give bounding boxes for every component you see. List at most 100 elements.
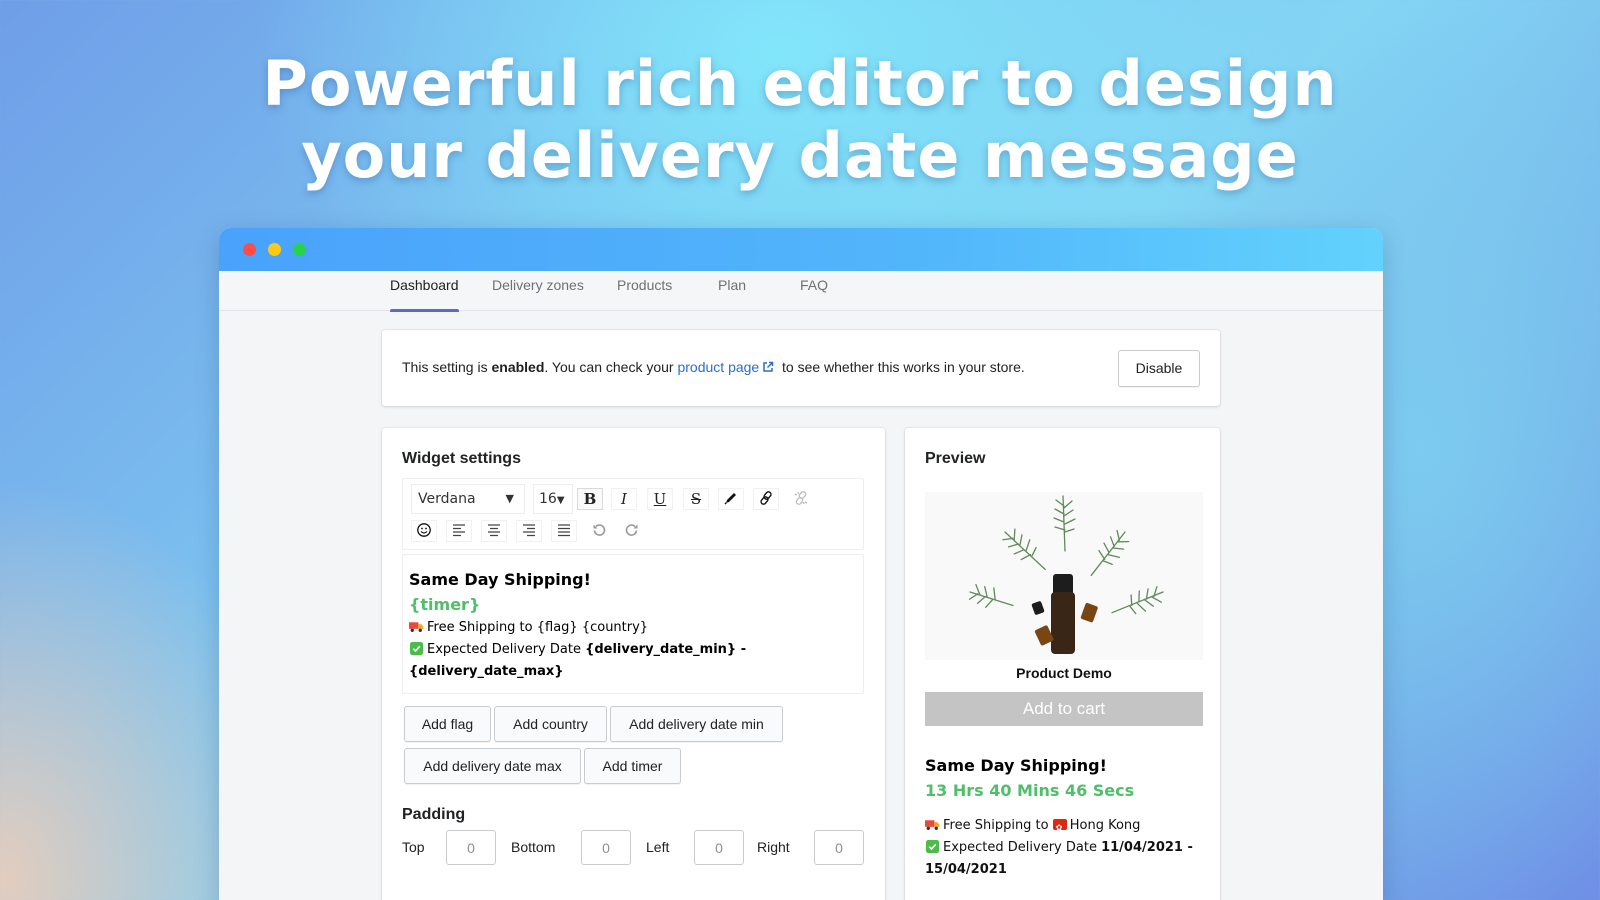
check-box-icon	[410, 642, 423, 655]
product-page-link-label: product page	[677, 359, 760, 375]
font-size-select[interactable]: 16▼	[533, 484, 573, 514]
check-box-icon	[926, 840, 939, 853]
widget-settings-title: Widget settings	[402, 450, 521, 467]
rosemary-sprig	[1111, 586, 1164, 615]
add-timer-button[interactable]: Add timer	[584, 748, 681, 784]
font-family-select[interactable]: Verdana ▼	[411, 484, 525, 514]
preview-countdown: 13 Hrs 40 Mins 46 Secs	[925, 781, 1135, 800]
link-icon	[760, 491, 772, 505]
underline-button[interactable]: U	[647, 488, 673, 510]
font-family-value: Verdana	[418, 491, 476, 507]
preview-card: Preview Product Demo Add to cart Same Da…	[905, 428, 1220, 900]
editor-heading: Same Day Shipping!	[409, 570, 591, 589]
editor-date-min-token: {delivery_date_min} -	[585, 642, 747, 657]
status-state: enabled	[491, 359, 545, 375]
align-right-button[interactable]	[516, 520, 542, 542]
preview-title: Preview	[925, 450, 986, 467]
preview-heading: Same Day Shipping!	[925, 756, 1107, 775]
redo-button[interactable]	[619, 520, 645, 542]
align-center-button[interactable]	[481, 520, 507, 542]
preview-delivery-prefix: Expected Delivery Date	[943, 840, 1102, 855]
add-country-button[interactable]: Add country	[494, 706, 607, 742]
tab-faq[interactable]: FAQ	[800, 271, 828, 311]
smiley-icon	[417, 523, 431, 537]
justify-button[interactable]	[551, 520, 577, 542]
tab-plan[interactable]: Plan	[718, 271, 746, 311]
justify-icon	[558, 524, 570, 537]
redo-icon	[625, 524, 638, 536]
maximize-window-button[interactable]	[293, 243, 306, 256]
status-middle: . You can check your	[544, 359, 678, 375]
link-button[interactable]	[753, 488, 779, 510]
align-left-icon	[453, 524, 465, 537]
unlink-icon	[794, 491, 808, 505]
editor-toolbar: Verdana ▼ 16▼ B I U S	[402, 478, 864, 550]
italic-icon: I	[621, 490, 627, 508]
padding-right-label: Right	[757, 839, 790, 855]
caret-down-icon: ▼	[556, 495, 565, 506]
padding-bottom-input[interactable]	[581, 830, 631, 865]
product-image	[925, 492, 1203, 660]
delivery-message-preview: Same Day Shipping! 13 Hrs 40 Mins 46 Sec…	[925, 753, 1210, 881]
add-to-cart-button[interactable]: Add to cart	[925, 692, 1203, 726]
text-color-button[interactable]	[718, 488, 744, 510]
padding-bottom-label: Bottom	[511, 839, 556, 855]
undo-button[interactable]	[586, 520, 612, 542]
hero-line-2: your delivery date message	[301, 119, 1299, 192]
add-flag-button[interactable]: Add flag	[404, 706, 491, 742]
rosemary-sprig	[968, 583, 1014, 608]
unlink-button[interactable]	[788, 488, 814, 510]
window-titlebar	[219, 228, 1383, 271]
rich-text-editor[interactable]: Same Day Shipping! {timer} Free Shipping…	[402, 554, 864, 694]
status-suffix: to see whether this works in your store.	[778, 359, 1025, 375]
rosemary-sprig	[1002, 528, 1046, 571]
external-link-icon	[763, 361, 774, 372]
padding-top-input[interactable]	[446, 830, 496, 865]
status-message: This setting is enabled. You can check y…	[402, 359, 1025, 375]
padding-left-input[interactable]	[694, 830, 744, 865]
widget-settings-card: Widget settings Verdana ▼ 16▼ B I U S Sa…	[382, 428, 885, 900]
hero-headline: Powerful rich editor to design your deli…	[0, 48, 1600, 192]
padding-row: Top Bottom Left Right	[402, 830, 864, 866]
padding-top-label: Top	[402, 839, 425, 855]
editor-date-max-token: {delivery_date_max}	[409, 664, 564, 679]
disable-button[interactable]: Disable	[1118, 350, 1200, 387]
close-window-button[interactable]	[243, 243, 256, 256]
font-size-value: 16	[539, 491, 557, 507]
padding-right-input[interactable]	[814, 830, 864, 865]
minimize-window-button[interactable]	[268, 243, 281, 256]
bold-icon: B	[583, 490, 597, 508]
amber-bottle	[1051, 592, 1075, 654]
truck-icon	[409, 622, 424, 632]
underline-icon: U	[653, 490, 667, 508]
bold-button[interactable]: B	[577, 488, 603, 510]
add-delivery-date-max-button[interactable]: Add delivery date max	[404, 748, 581, 784]
padding-label: Padding	[402, 806, 466, 823]
strikethrough-button[interactable]: S	[683, 488, 709, 510]
editor-timer-token: {timer}	[409, 595, 481, 614]
nav-tabs: Dashboard Delivery zones Products Plan F…	[219, 271, 1383, 312]
hero-line-1: Powerful rich editor to design	[262, 47, 1338, 120]
editor-shipping-line: Free Shipping to {flag} {country}	[409, 617, 857, 639]
product-page-link[interactable]: product page	[677, 359, 774, 375]
editor-delivery-line-2: {delivery_date_max}	[409, 661, 857, 683]
editor-delivery-line: Expected Delivery Date {delivery_date_mi…	[409, 639, 857, 661]
italic-button[interactable]: I	[611, 488, 637, 510]
truck-icon	[925, 820, 940, 830]
rosemary-sprig	[1090, 529, 1130, 577]
tab-dashboard[interactable]: Dashboard	[390, 271, 459, 312]
add-delivery-date-min-button[interactable]: Add delivery date min	[610, 706, 783, 742]
editor-delivery-prefix: Expected Delivery Date	[427, 642, 586, 657]
status-card: This setting is enabled. You can check y…	[382, 330, 1220, 406]
tab-delivery-zones[interactable]: Delivery zones	[492, 271, 584, 311]
align-right-icon	[523, 524, 535, 537]
align-left-button[interactable]	[446, 520, 472, 542]
hong-kong-flag-icon	[1052, 817, 1067, 839]
emoji-button[interactable]	[411, 520, 437, 542]
status-prefix: This setting is	[402, 359, 492, 375]
preview-delivery-line: Expected Delivery Date 11/04/2021 - 15/0…	[925, 837, 1210, 881]
tab-products[interactable]: Products	[617, 271, 672, 311]
product-name: Product Demo	[1016, 665, 1112, 681]
caret-down-icon: ▼	[505, 492, 514, 505]
preview-country: Hong Kong	[1069, 818, 1141, 833]
